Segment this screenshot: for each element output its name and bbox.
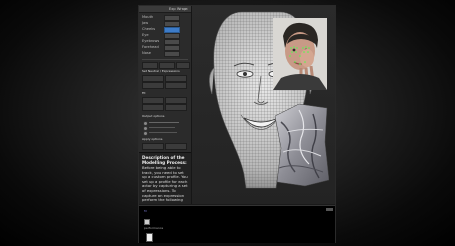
timeline-file-label: performance: [144, 226, 164, 230]
panel-button[interactable]: [142, 82, 164, 89]
radio-option[interactable]: [143, 131, 148, 136]
document-icon[interactable]: [146, 233, 153, 242]
section-label: Output options: [142, 114, 165, 118]
panel-button[interactable]: [142, 104, 164, 111]
description-body: Before being able to track, you need to …: [142, 165, 188, 203]
timeline-end-marker[interactable]: [326, 208, 333, 211]
apply-button[interactable]: [142, 143, 164, 150]
row-eyebrows[interactable]: Eyebrows: [142, 39, 190, 45]
panel-button[interactable]: [176, 62, 190, 69]
section-label: Apply options: [142, 137, 163, 141]
cloth-scan: [273, 102, 330, 188]
close-icon[interactable]: ×: [185, 7, 188, 11]
set-neutral-button[interactable]: [142, 75, 164, 82]
row-forehead[interactable]: Forehead: [142, 45, 190, 51]
app-window: Exp Wrap × Mouth Jaw Cheeks Eye Eyebrows…: [138, 5, 336, 243]
set-expression-button[interactable]: [165, 75, 187, 82]
panel-header: Exp Wrap ×: [139, 6, 191, 13]
panel-button[interactable]: [159, 62, 175, 69]
description-box: Description of the Modelling Process: Be…: [139, 152, 191, 204]
actor-video-frame: [273, 18, 327, 90]
nose-field[interactable]: [164, 51, 180, 57]
timeline-label: M: [144, 209, 147, 213]
option-label: [149, 132, 177, 133]
row-mouth[interactable]: Mouth: [142, 15, 190, 21]
row-jaw[interactable]: Jaw: [142, 21, 190, 27]
panel-title: Exp Wrap: [169, 7, 187, 11]
row-cheeks[interactable]: Cheeks: [142, 27, 190, 33]
fit-button[interactable]: [142, 97, 164, 104]
panel-button[interactable]: [142, 62, 158, 69]
webcam-video: [273, 18, 327, 90]
section-label: Set Neutral / Expressions: [142, 69, 180, 73]
panel-button[interactable]: [165, 82, 187, 89]
row-nose[interactable]: Nose: [142, 51, 190, 57]
settings-panel: Exp Wrap × Mouth Jaw Cheeks Eye Eyebrows…: [139, 6, 192, 204]
panel-button[interactable]: [165, 104, 187, 111]
timeline-bar[interactable]: M performance: [139, 205, 335, 243]
cloth-mesh: [274, 103, 330, 187]
divider: [142, 59, 188, 60]
row-eye[interactable]: Eye: [142, 33, 190, 39]
option-label: [149, 122, 179, 123]
option-label: [149, 127, 175, 128]
panel-button[interactable]: [165, 97, 187, 104]
section-label: Fit: [142, 91, 146, 95]
description-title: Description of the Modelling Process:: [142, 155, 187, 165]
panel-button[interactable]: [165, 143, 187, 150]
record-icon[interactable]: [144, 219, 150, 225]
